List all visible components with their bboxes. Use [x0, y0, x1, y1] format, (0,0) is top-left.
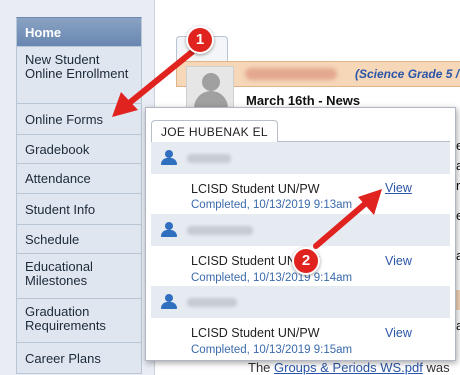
step-badge-1: 1 [186, 26, 214, 54]
sidebar-item-home[interactable]: Home [16, 17, 142, 47]
text-fragment: r [456, 178, 460, 193]
sidebar-item-career-plans[interactable]: Career Plans [16, 343, 142, 374]
attachment-prefix: The [248, 360, 275, 375]
sidebar-item-educational-milestones[interactable]: Educational Milestones [16, 254, 142, 299]
sidebar-nav: Home New Student Online Enrollment Onlin… [0, 0, 155, 375]
text-fragment: es [456, 208, 460, 223]
news-title: March 16th - News [246, 93, 361, 108]
sidebar-item-schedule[interactable]: Schedule [16, 225, 142, 254]
school-tab[interactable]: JOE HUBENAK EL [151, 120, 278, 142]
redacted-student-name [187, 298, 237, 307]
student-header [151, 142, 450, 174]
form-status: Completed, 10/13/2019 9:13am [191, 199, 353, 211]
attachment-link[interactable]: Groups & Periods WS.pdf [274, 360, 423, 375]
sidebar-item-student-info[interactable]: Student Info [16, 194, 142, 225]
text-fragment: er [456, 138, 460, 153]
attachment-suffix: was [422, 360, 450, 375]
course-label[interactable]: (Science Grade 5 / 50, [355, 67, 460, 81]
form-name: LCISD Student UN/PW [191, 182, 320, 196]
redacted-student-name [187, 226, 253, 235]
sidebar-item-graduation-requirements[interactable]: Graduation Requirements [16, 299, 142, 343]
sidebar-menu: Home New Student Online Enrollment Onlin… [16, 17, 142, 374]
form-status: Completed, 10/13/2019 9:14am [191, 272, 353, 284]
sidebar-item-online-forms[interactable]: Online Forms [16, 104, 142, 135]
view-form-link[interactable]: View [385, 326, 412, 340]
person-icon [161, 222, 177, 238]
student-header [151, 286, 450, 318]
text-fragment: a [456, 318, 460, 333]
person-icon [161, 294, 177, 310]
redacted-teacher-name [245, 68, 337, 80]
view-form-link[interactable]: View [385, 181, 412, 195]
form-name: LCISD Student UN/PW [191, 326, 320, 340]
text-fragment: a [456, 248, 460, 263]
form-status: Completed, 10/13/2019 9:15am [191, 344, 353, 356]
online-forms-popup: JOE HUBENAK EL LCISD Student UN/PW Compl… [145, 107, 456, 361]
step-badge-2: 2 [292, 247, 320, 275]
sidebar-item-new-student-online-enrollment[interactable]: New Student Online Enrollment [16, 47, 142, 104]
attachment-text: The Groups & Periods WS.pdf was [248, 360, 450, 375]
sidebar-item-gradebook[interactable]: Gradebook [16, 135, 142, 164]
sidebar-item-attendance[interactable]: Attendance [16, 164, 142, 194]
person-icon [161, 150, 177, 166]
text-fragment: a [456, 158, 460, 173]
view-form-link[interactable]: View [385, 254, 412, 268]
redacted-student-name [187, 154, 231, 163]
student-header [151, 214, 450, 246]
